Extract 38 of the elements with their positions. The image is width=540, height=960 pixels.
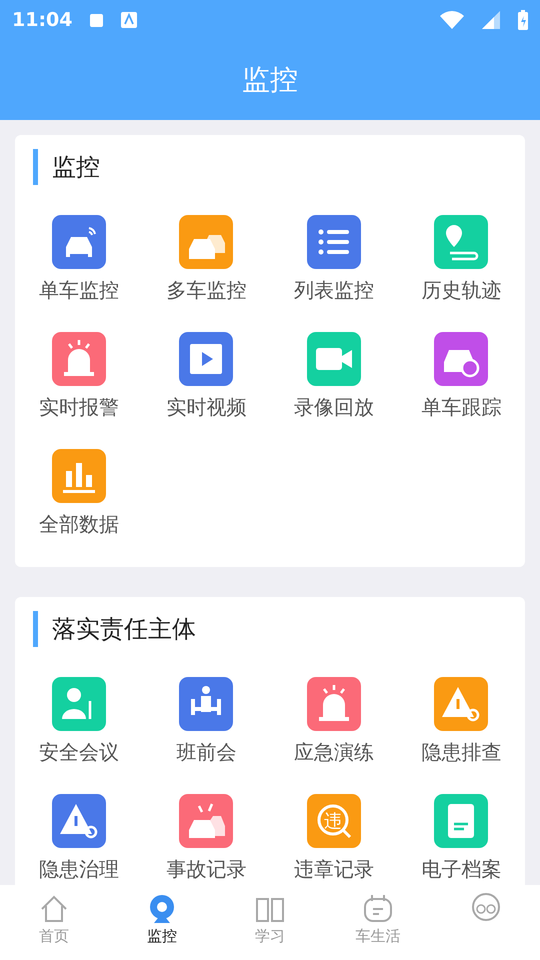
battery-icon <box>518 10 528 30</box>
notification-icon <box>90 14 104 26</box>
alarm-tile-icon[interactable] <box>52 332 106 386</box>
menu-label[interactable]: 违章记录 <box>294 856 374 882</box>
menu-label[interactable]: 列表监控 <box>294 277 374 303</box>
keyboard-icon <box>121 12 138 28</box>
menu-label[interactable]: 全部数据 <box>38 511 119 537</box>
camera-tile-icon[interactable] <box>306 332 361 386</box>
menu-label[interactable]: 多车监控 <box>166 277 246 303</box>
menu-label[interactable]: 实时报警 <box>38 394 119 420</box>
menu-label[interactable]: 实时视频 <box>166 394 246 420</box>
bars-tile-icon[interactable] <box>52 449 106 503</box>
menu-label[interactable]: 事故记录 <box>166 856 246 882</box>
menu-label[interactable]: 隐患治理 <box>38 856 119 882</box>
menu-label[interactable]: 历史轨迹 <box>421 277 502 303</box>
route-tile-icon[interactable] <box>434 215 488 269</box>
list-tile-icon[interactable] <box>306 215 361 269</box>
menu-label[interactable]: 单车监控 <box>38 277 119 303</box>
menu-label[interactable]: 安全会议 <box>38 739 119 765</box>
menu-label[interactable]: 应急演练 <box>294 739 374 765</box>
calendar-icon[interactable] <box>362 893 394 925</box>
status-time: 11:04 <box>12 9 72 31</box>
menu-label[interactable]: 单车跟踪 <box>421 394 502 420</box>
menu-label[interactable]: 电子档案 <box>421 856 502 882</box>
menu-label[interactable]: 隐患排查 <box>421 739 502 765</box>
section-title: 落实责任主体 <box>33 611 525 647</box>
menu-label[interactable]: 班前会 <box>176 739 236 765</box>
section-title: 监控 <box>33 149 525 185</box>
video-tile-icon[interactable] <box>179 332 234 386</box>
icon-character: 违 <box>324 811 342 832</box>
page-title: 监控 <box>241 62 299 98</box>
car-tile-icon[interactable] <box>52 215 106 269</box>
menu-label[interactable]: 录像回放 <box>294 394 374 420</box>
file-tile-icon[interactable] <box>434 794 488 848</box>
siren-tile-icon[interactable] <box>306 677 361 731</box>
tab-label[interactable]: 监控 <box>147 927 177 946</box>
wifi-icon <box>440 11 464 29</box>
signal-icon <box>482 11 500 29</box>
